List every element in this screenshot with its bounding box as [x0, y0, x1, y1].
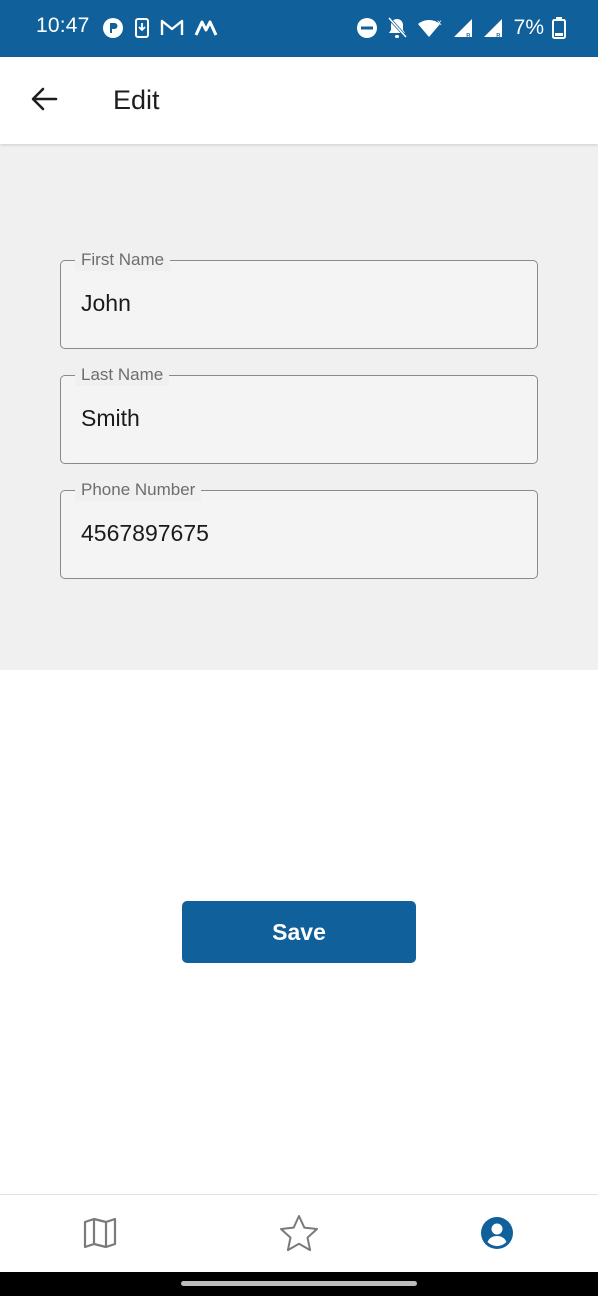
status-time: 10:47	[36, 14, 90, 37]
download-icon	[134, 17, 150, 39]
status-bar: 10:47 x R R 7%	[0, 0, 598, 57]
account-circle-icon	[480, 1216, 514, 1255]
m-app-icon	[194, 19, 218, 37]
arrow-back-icon	[30, 86, 58, 117]
star-icon	[279, 1214, 319, 1257]
map-icon	[82, 1216, 118, 1255]
last-name-field[interactable]: Last Name	[60, 364, 538, 464]
gesture-handle[interactable]	[181, 1281, 417, 1286]
save-button[interactable]: Save	[182, 901, 416, 963]
svg-text:x: x	[437, 18, 442, 27]
nav-item-account[interactable]	[475, 1213, 519, 1257]
notifications-off-icon	[386, 16, 408, 40]
last-name-label: Last Name	[75, 364, 170, 386]
first-name-label: First Name	[75, 249, 171, 271]
svg-text:R: R	[466, 32, 471, 39]
first-name-field[interactable]: First Name	[60, 249, 538, 349]
first-name-input[interactable]	[81, 287, 511, 319]
wifi-icon: x	[416, 17, 444, 39]
battery-icon	[552, 17, 566, 39]
bottom-navigation	[0, 1194, 598, 1273]
back-button[interactable]	[24, 81, 64, 121]
svg-text:R: R	[496, 32, 501, 39]
edit-form: First Name Last Name Phone Number	[0, 144, 598, 670]
phone-number-input[interactable]	[81, 517, 511, 549]
system-navigation-bar	[0, 1272, 598, 1296]
last-name-input[interactable]	[81, 402, 511, 434]
phone-number-field[interactable]: Phone Number	[60, 479, 538, 579]
app-r-icon	[102, 17, 124, 39]
status-right-icons: x R R 7%	[356, 14, 566, 42]
status-left-icons	[102, 15, 218, 41]
nav-item-map[interactable]	[78, 1213, 122, 1257]
do-not-disturb-icon	[356, 17, 378, 39]
nav-item-favorites[interactable]	[277, 1213, 321, 1257]
app-bar: Edit	[0, 57, 598, 144]
page-title: Edit	[113, 85, 160, 115]
phone-number-label: Phone Number	[75, 479, 202, 501]
signal-r-icon: R	[482, 17, 504, 39]
signal-r-icon: R	[452, 17, 474, 39]
gmail-icon	[160, 18, 184, 38]
battery-percentage: 7%	[513, 16, 544, 39]
